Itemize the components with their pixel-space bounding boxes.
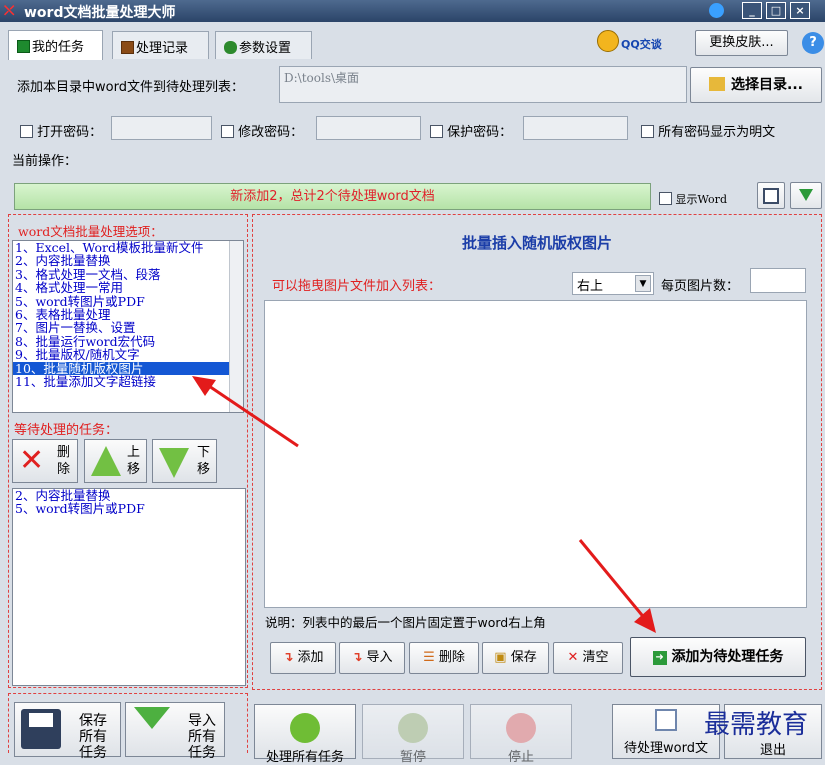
annotation-arrows [192, 376, 656, 633]
arrow-to-add-task [578, 539, 656, 633]
arrow-to-option [192, 376, 299, 448]
